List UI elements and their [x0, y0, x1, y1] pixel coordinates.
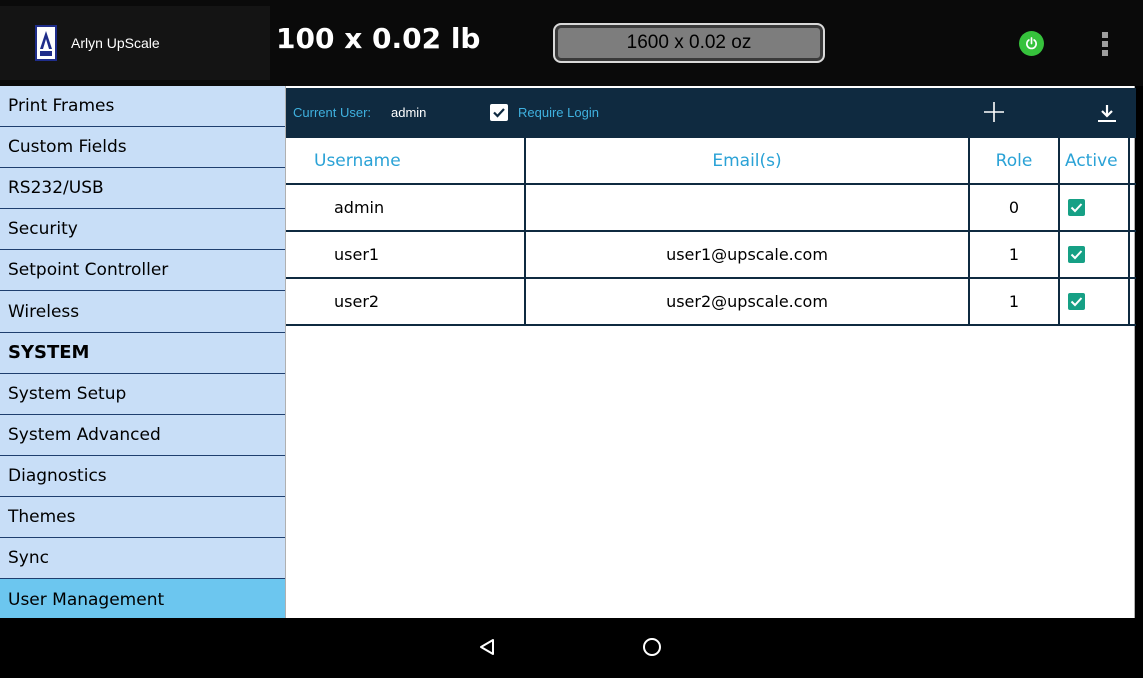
sidebar-item-diagnostics[interactable]: Diagnostics — [0, 455, 285, 497]
secondary-weight-display[interactable]: 1600 x 0.02 oz — [553, 23, 825, 63]
system-nav-bar — [0, 618, 1143, 678]
require-login-checkbox[interactable] — [490, 104, 508, 121]
sidebar-item-security[interactable]: Security — [0, 209, 285, 251]
sidebar-section-system: SYSTEM — [0, 332, 285, 374]
settings-sidebar: Print Frames Custom Fields RS232/USB Sec… — [0, 86, 285, 621]
role-cell: 1 — [970, 232, 1060, 277]
column-header-role[interactable]: Role — [970, 138, 1060, 183]
plus-icon[interactable] — [982, 100, 1006, 124]
power-icon[interactable] — [1019, 31, 1044, 56]
require-login-label[interactable]: Require Login — [518, 105, 599, 120]
column-header-active[interactable]: Active — [1060, 138, 1130, 183]
table-row[interactable]: admin 0 — [286, 185, 1136, 232]
username-cell: user1 — [286, 232, 526, 277]
top-bar: Arlyn UpScale 100 x 0.02 lb 1600 x 0.02 … — [0, 0, 1143, 86]
table-row[interactable]: user2 user2@upscale.com 1 — [286, 279, 1136, 326]
sidebar-item-wireless[interactable]: Wireless — [0, 291, 285, 333]
table-header-row: Username Email(s) Role Active — [286, 138, 1136, 185]
sidebar-item-custom-fields[interactable]: Custom Fields — [0, 127, 285, 169]
overflow-menu-icon[interactable] — [1100, 32, 1110, 56]
active-checkbox[interactable] — [1068, 293, 1085, 310]
sidebar-item-setpoint-controller[interactable]: Setpoint Controller — [0, 250, 285, 292]
username-cell: user2 — [286, 279, 526, 324]
arlyn-logo-icon — [35, 25, 57, 61]
back-triangle-icon[interactable] — [478, 638, 496, 660]
current-user-label: Current User: — [293, 105, 372, 120]
role-cell: 0 — [970, 185, 1060, 230]
sidebar-item-themes[interactable]: Themes — [0, 496, 285, 539]
sidebar-item-sync[interactable]: Sync — [0, 538, 285, 580]
active-cell — [1060, 185, 1130, 230]
user-toolbar: Current User: admin Require Login — [286, 88, 1136, 138]
sidebar-item-user-management[interactable]: User Management — [0, 579, 285, 621]
sidebar-item-system-setup[interactable]: System Setup — [0, 373, 285, 415]
column-header-email[interactable]: Email(s) — [526, 138, 970, 183]
app-name: Arlyn UpScale — [71, 35, 160, 51]
sidebar-item-system-advanced[interactable]: System Advanced — [0, 414, 285, 456]
brand-area: Arlyn UpScale — [0, 6, 270, 80]
home-circle-icon[interactable] — [643, 638, 661, 656]
role-cell: 1 — [970, 279, 1060, 324]
column-header-username[interactable]: Username — [286, 138, 526, 183]
table-row[interactable]: user1 user1@upscale.com 1 — [286, 232, 1136, 279]
active-cell — [1060, 279, 1130, 324]
sidebar-item-rs232-usb[interactable]: RS232/USB — [0, 168, 285, 210]
active-checkbox[interactable] — [1068, 246, 1085, 263]
current-user-value: admin — [391, 105, 427, 120]
active-cell — [1060, 232, 1130, 277]
users-table: Username Email(s) Role Active admin 0 us… — [286, 138, 1136, 326]
primary-weight-display: 100 x 0.02 lb — [276, 22, 481, 55]
email-cell: user1@upscale.com — [526, 232, 970, 277]
username-cell: admin — [286, 185, 526, 230]
download-icon[interactable] — [1096, 102, 1118, 124]
active-checkbox[interactable] — [1068, 199, 1085, 216]
user-management-panel: Current User: admin Require Login Userna… — [285, 86, 1136, 618]
email-cell: user2@upscale.com — [526, 279, 970, 324]
sidebar-item-print-frames[interactable]: Print Frames — [0, 86, 285, 128]
email-cell — [526, 185, 970, 230]
